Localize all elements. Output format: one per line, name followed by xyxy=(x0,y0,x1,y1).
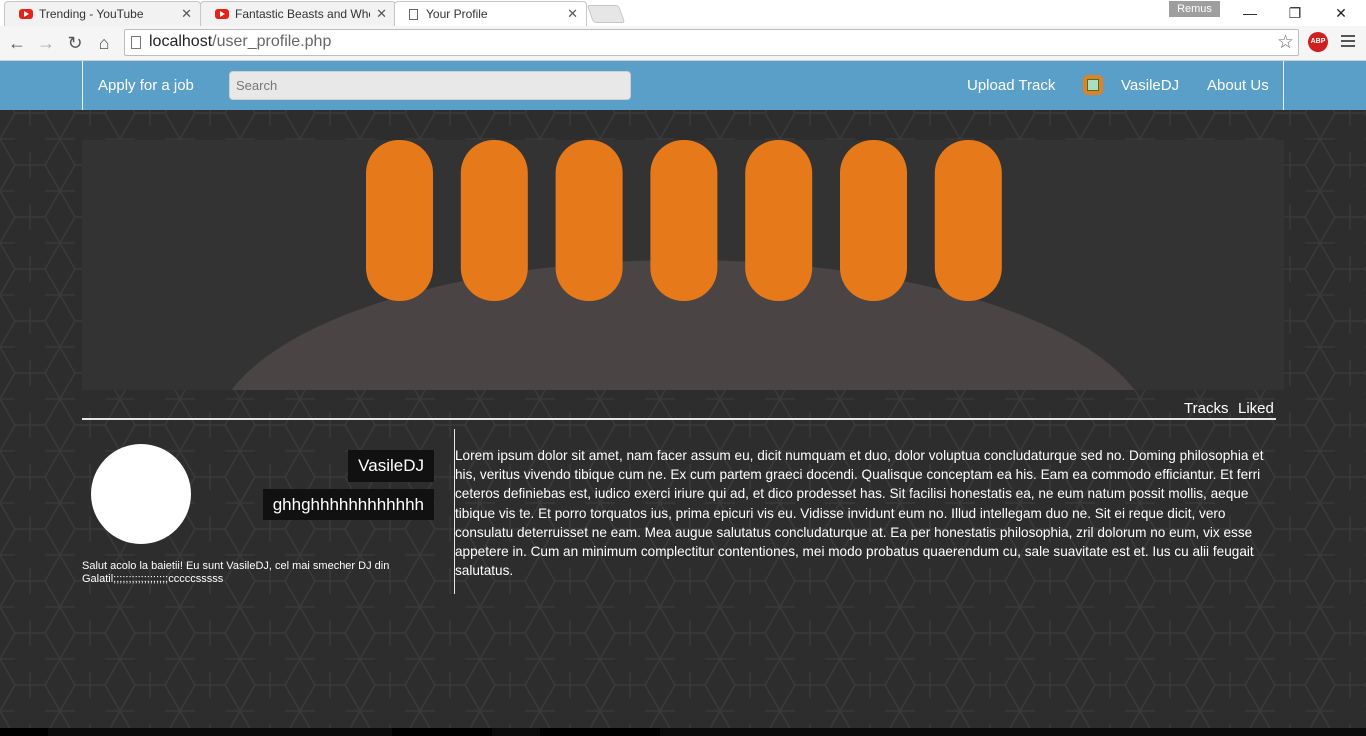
banner-orange-bar xyxy=(745,140,813,301)
search-input[interactable] xyxy=(229,71,631,100)
document-icon xyxy=(409,8,418,20)
maximize-icon[interactable]: ❐ xyxy=(1275,2,1315,24)
browser-menu-icon[interactable] xyxy=(1341,35,1355,50)
close-icon[interactable]: ✕ xyxy=(376,6,387,22)
tab-title: Fantastic Beasts and Whe xyxy=(235,7,371,21)
site-navbar: Apply for a job Upload Track VasileDJ Ab… xyxy=(0,61,1366,110)
reload-icon[interactable]: ↻ xyxy=(64,32,86,54)
tab-trending-youtube[interactable]: Trending - YouTube ✕ xyxy=(4,1,201,26)
cover-banner xyxy=(82,140,1284,390)
home-icon[interactable]: ⌂ xyxy=(93,32,115,54)
tab-fantastic-beasts[interactable]: Fantastic Beasts and Whe ✕ xyxy=(200,1,396,26)
new-tab-button[interactable] xyxy=(586,5,626,23)
profile-chip[interactable]: Remus xyxy=(1169,1,1220,17)
adblock-icon[interactable]: ABP xyxy=(1308,32,1328,52)
page-content: Apply for a job Upload Track VasileDJ Ab… xyxy=(0,61,1366,728)
browser-toolbar: ← → ↻ ⌂ localhost/user_profile.php ☆ xyxy=(0,26,1366,61)
profile-tagline: ghhghhhhhhhhhhhh xyxy=(262,489,434,520)
profile-description: Lorem ipsum dolor sit amet, nam facer as… xyxy=(455,448,1264,579)
tab-title: Your Profile xyxy=(426,7,488,21)
navbar-right-edge xyxy=(1283,61,1284,110)
banner-orange-bar xyxy=(840,140,907,301)
banner-orange-bar xyxy=(555,140,623,301)
about-us-link[interactable]: About Us xyxy=(1207,77,1269,94)
os-taskbar xyxy=(0,728,1366,736)
banner-orange-bar xyxy=(366,140,433,301)
youtube-icon xyxy=(215,9,229,19)
banner-orange-bar xyxy=(650,140,718,301)
browser-tabstrip: Trending - YouTube ✕ Fantastic Beasts an… xyxy=(0,0,1366,26)
liked-tab[interactable]: Liked xyxy=(1238,400,1274,417)
subnav-underline xyxy=(82,418,1276,420)
apply-job-link[interactable]: Apply for a job xyxy=(98,77,194,94)
profile-bio: Salut acolo la baietii! Eu sunt VasileDJ… xyxy=(82,560,390,585)
url-path: /user_profile.php xyxy=(212,33,332,50)
taskbar-item[interactable] xyxy=(392,728,492,736)
close-icon[interactable]: ✕ xyxy=(567,6,578,22)
page-icon xyxy=(131,36,141,49)
tracks-tab[interactable]: Tracks xyxy=(1184,400,1228,417)
taskbar-start[interactable] xyxy=(0,728,48,736)
window-close-icon[interactable]: ✕ xyxy=(1321,2,1361,24)
close-icon[interactable]: ✕ xyxy=(181,6,192,22)
taskbar-item[interactable] xyxy=(540,728,660,736)
cover-illustration xyxy=(231,140,1135,390)
address-bar[interactable]: localhost/user_profile.php ☆ xyxy=(124,29,1299,56)
back-arrow-icon[interactable]: ← xyxy=(6,32,28,54)
url-host: localhost xyxy=(149,33,213,50)
tab-your-profile[interactable]: Your Profile ✕ xyxy=(394,1,587,26)
upload-track-link[interactable]: Upload Track xyxy=(967,77,1055,94)
url-text: localhost/user_profile.php xyxy=(149,33,331,51)
banner-orange-bar xyxy=(934,140,1002,301)
tab-title: Trending - YouTube xyxy=(39,7,144,21)
banner-orange-bar xyxy=(460,140,528,301)
profile-name: VasileDJ xyxy=(348,450,434,482)
navbar-left-edge xyxy=(82,61,83,110)
youtube-icon xyxy=(19,9,33,19)
user-avatar-icon[interactable] xyxy=(1083,75,1103,95)
bookmark-star-icon[interactable]: ☆ xyxy=(1277,31,1294,54)
forward-arrow-icon[interactable]: → xyxy=(35,32,57,54)
minimize-icon[interactable]: — xyxy=(1230,2,1270,24)
username-link[interactable]: VasileDJ xyxy=(1121,77,1179,94)
profile-picture xyxy=(91,444,191,544)
